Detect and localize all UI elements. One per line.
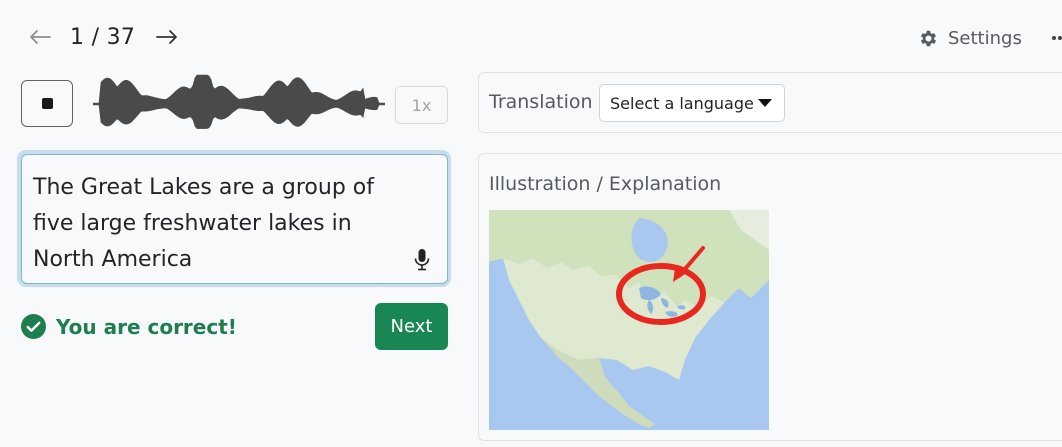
caret-down-icon — [758, 99, 772, 107]
question-counter: 1 / 37 — [70, 24, 136, 50]
north-america-map-image — [489, 210, 769, 430]
stop-icon — [41, 98, 53, 109]
next-button[interactable]: Next — [375, 303, 448, 350]
audio-waveform[interactable] — [93, 73, 385, 135]
result-text: You are correct! — [56, 314, 237, 339]
previous-arrow-icon[interactable] — [28, 22, 52, 52]
next-arrow-icon[interactable] — [155, 22, 179, 52]
microphone-icon[interactable] — [412, 248, 432, 272]
settings-button[interactable]: Settings — [918, 28, 1022, 49]
language-select[interactable]: Select a language — [599, 84, 785, 122]
question-navigation: 1 / 37 — [28, 22, 179, 52]
language-select-value: Select a language — [610, 93, 754, 113]
result-message: You are correct! — [21, 314, 237, 339]
translation-label: Translation — [489, 91, 593, 113]
settings-label: Settings — [948, 28, 1022, 49]
playback-speed-button[interactable]: 1x — [395, 86, 448, 124]
gear-icon — [920, 30, 937, 47]
more-options-icon[interactable] — [1052, 36, 1062, 44]
stop-button[interactable] — [21, 80, 73, 127]
check-circle-icon — [21, 314, 46, 339]
illustration-label: Illustration / Explanation — [489, 173, 722, 195]
answer-textarea[interactable]: The Great Lakes are a group of five larg… — [21, 154, 448, 284]
